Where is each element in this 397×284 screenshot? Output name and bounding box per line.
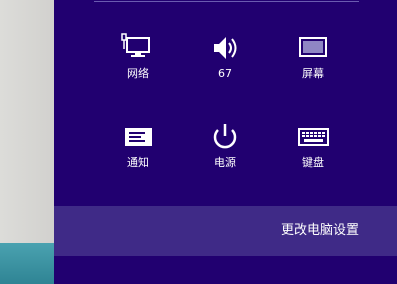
notifications-tile[interactable]: 通知: [98, 122, 178, 182]
power-tile[interactable]: 电源: [185, 122, 265, 182]
keyboard-label: 键盘: [302, 156, 324, 169]
network-label: 网络: [127, 67, 149, 80]
volume-level-label: 67: [218, 67, 232, 80]
notifications-label: 通知: [127, 156, 149, 169]
screen-icon: [299, 37, 327, 57]
taskbar: [0, 243, 54, 284]
volume-tile[interactable]: 67: [185, 33, 265, 93]
divider: [94, 1, 359, 2]
power-icon: [213, 124, 237, 149]
notifications-icon: [125, 128, 152, 146]
volume-icon: [214, 37, 237, 59]
change-pc-settings-link[interactable]: 更改电脑设置: [54, 206, 397, 256]
screen-label: 屏幕: [302, 67, 324, 80]
change-pc-settings-label: 更改电脑设置: [280, 223, 359, 238]
keyboard-icon: [298, 128, 329, 146]
settings-charm-pane: 网络 67 屏幕 通知 电源 键盘 更改电脑设置: [54, 0, 397, 284]
network-icon: [121, 33, 150, 57]
keyboard-tile[interactable]: 键盘: [273, 122, 353, 182]
power-label: 电源: [214, 156, 236, 169]
screen-brightness-tile[interactable]: 屏幕: [273, 33, 353, 93]
network-tile[interactable]: 网络: [98, 33, 178, 93]
desktop-background: [0, 0, 54, 284]
